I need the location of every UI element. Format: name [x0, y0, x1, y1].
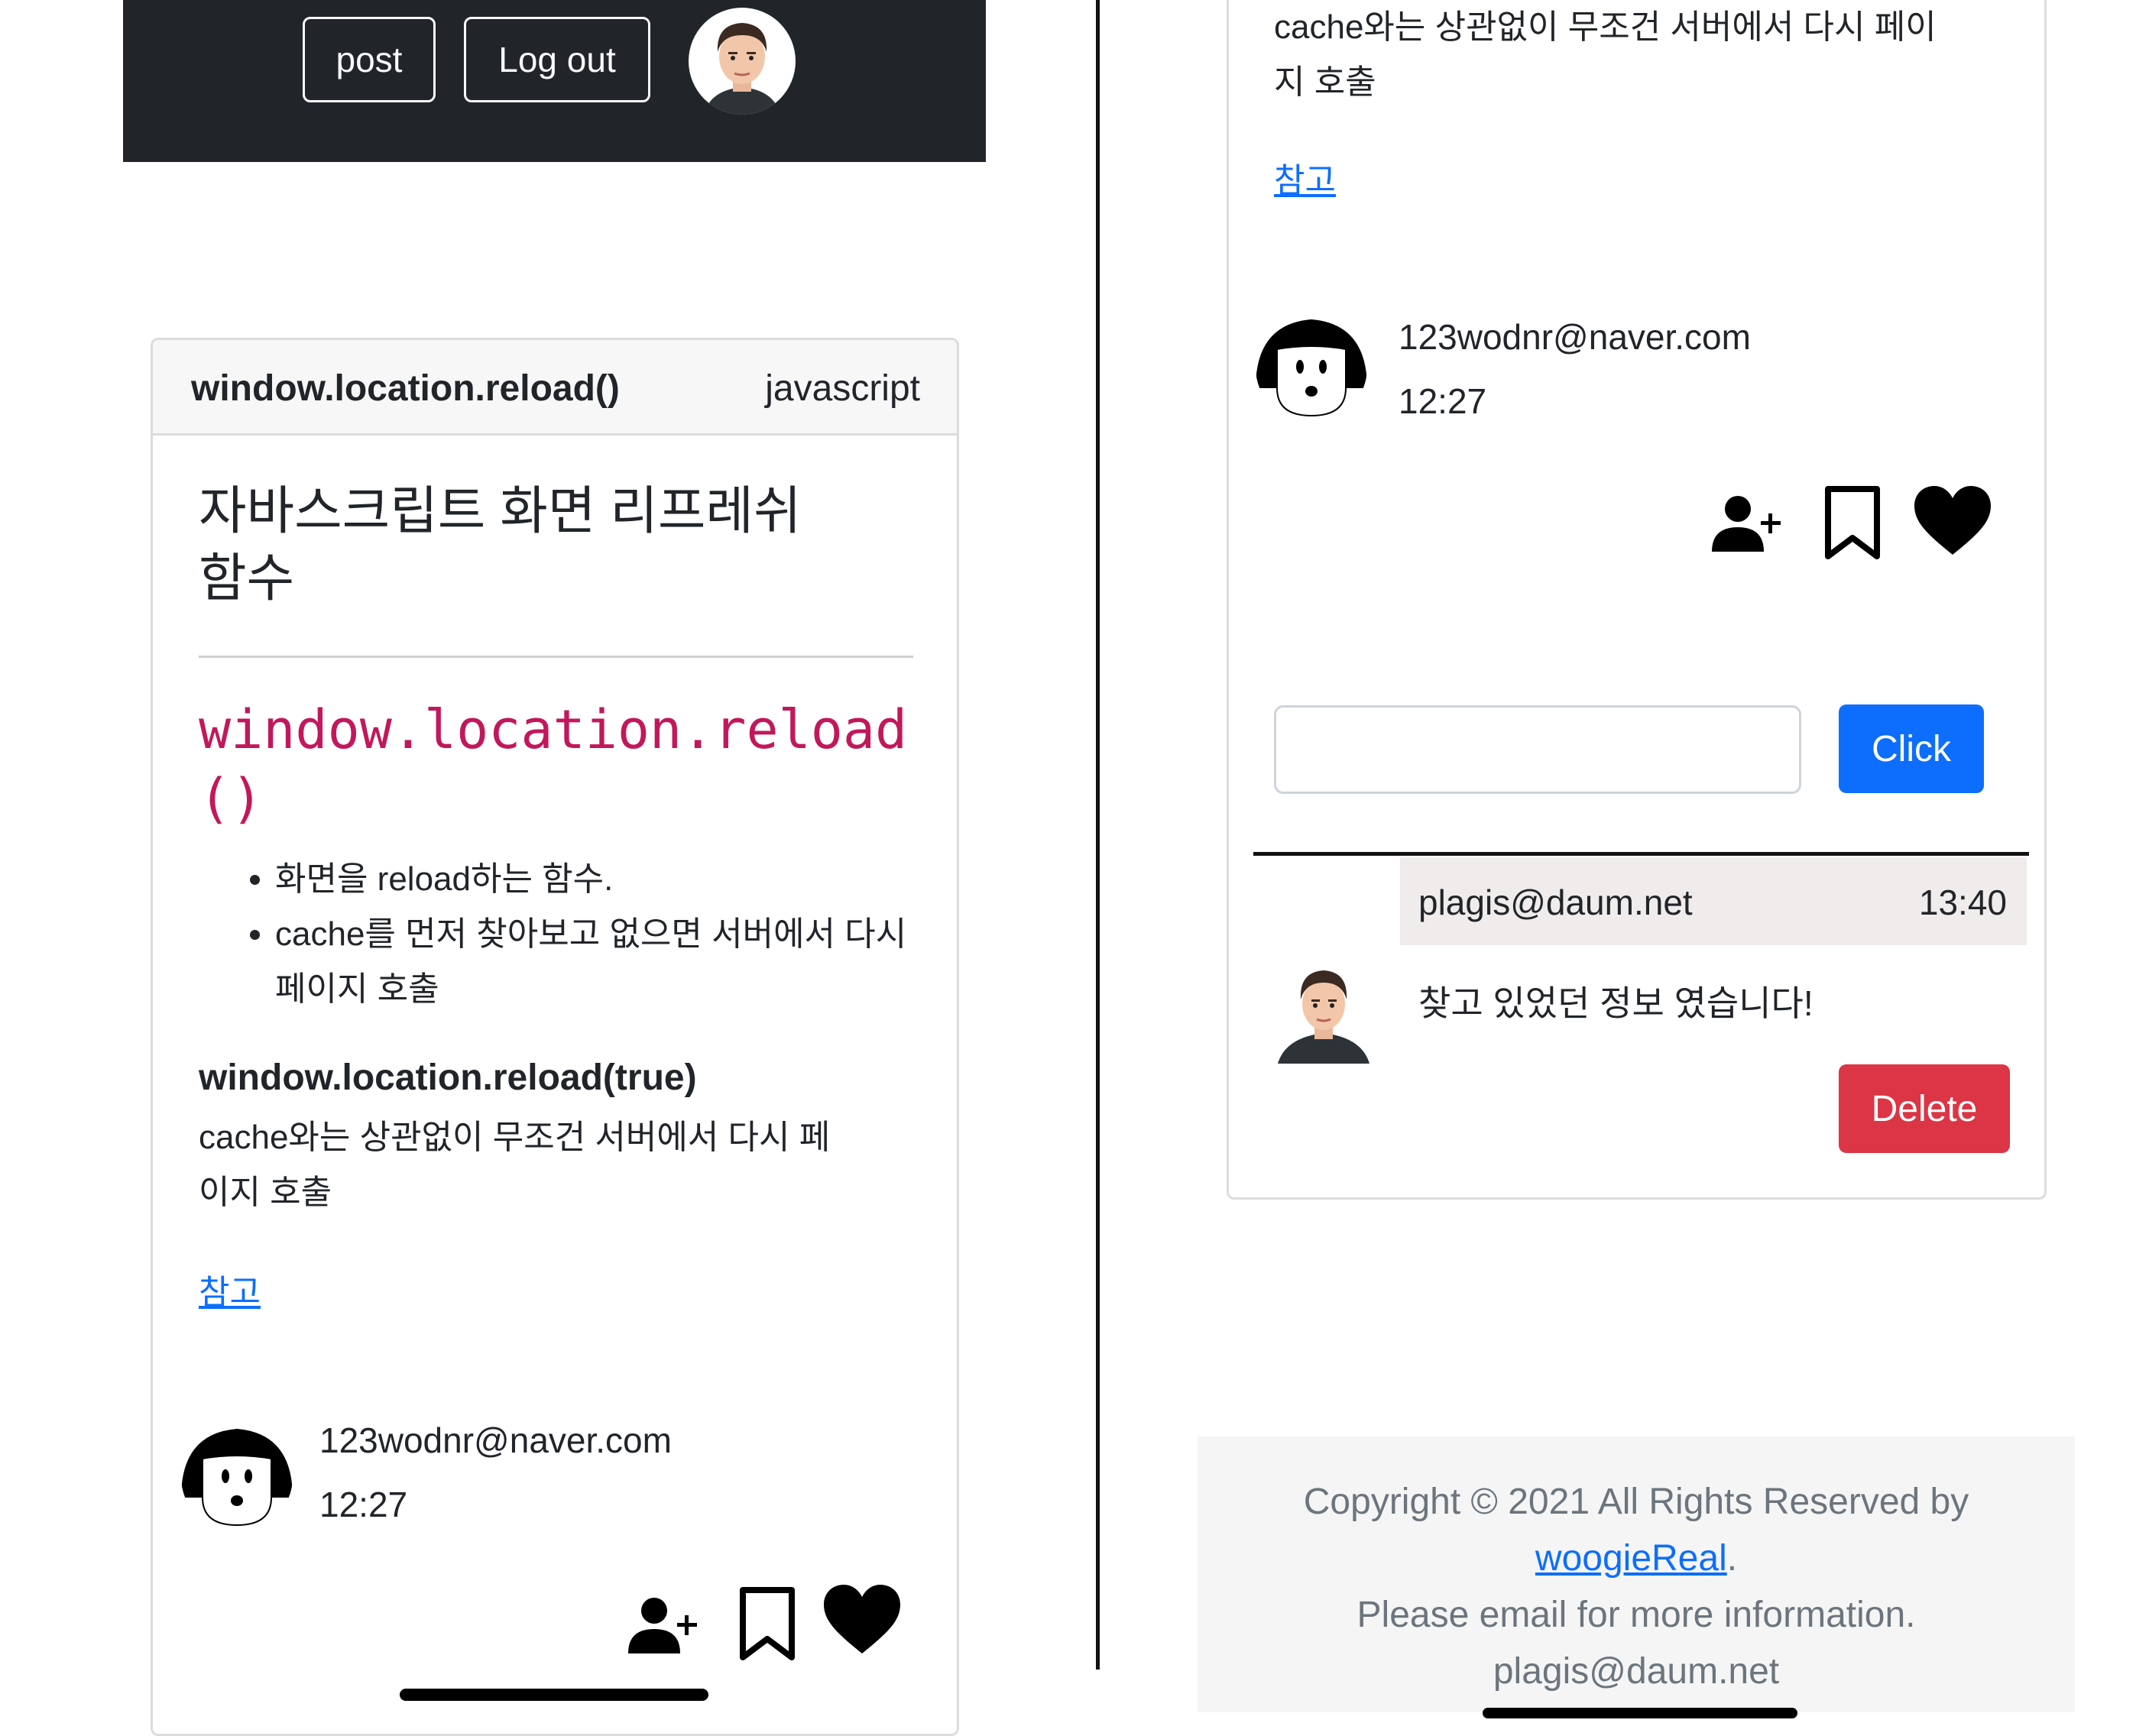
- comment-user: plagis@daum.net: [1418, 883, 1693, 922]
- follow-button[interactable]: [625, 1595, 702, 1660]
- post-category: javascript: [765, 368, 920, 409]
- bookmark-button-continued[interactable]: [1823, 484, 1882, 565]
- author-email-continued: 123wodnr@naver.com: [1399, 317, 1751, 357]
- home-indicator-right: [1483, 1708, 1797, 1718]
- author-time-continued: 12:27: [1399, 381, 1487, 421]
- footer-email: plagis@daum.net: [1493, 1651, 1780, 1692]
- author-avatar: [181, 1421, 293, 1533]
- bullet-list: 화면을 reload하는 함수. cache를 먼저 찾아보고 없으면 서버에서…: [241, 852, 932, 1017]
- bookmark-icon: [1825, 486, 1880, 559]
- footer-email-note: Please email for more information.: [1356, 1595, 1916, 1635]
- footer-period: .: [1726, 1538, 1738, 1579]
- post-heading: 자바스크립트 화면 리프레쉬 함수: [199, 482, 802, 607]
- footer-brand-link[interactable]: woogieReal: [1535, 1538, 1727, 1579]
- like-button-continued[interactable]: [1913, 484, 1992, 562]
- reload-true-heading: window.location.reload(true): [199, 1057, 697, 1098]
- heart-icon: [824, 1585, 900, 1653]
- bookmark-button[interactable]: [738, 1585, 796, 1666]
- comment-time: 13:40: [1918, 883, 2007, 922]
- home-indicator: [400, 1689, 708, 1701]
- list-item: cache를 먼저 찾아보고 없으면 서버에서 다시 페이지 호출: [275, 907, 932, 1017]
- footer-brand-line: woogieReal.: [1198, 1537, 2075, 1579]
- reference-link-continued[interactable]: 참고: [1274, 153, 1336, 202]
- comment-submit-button[interactable]: Click: [1839, 704, 1984, 793]
- man-avatar-icon: [1278, 970, 1369, 1064]
- cartoon-face-icon: [181, 1429, 293, 1527]
- reference-link[interactable]: 참고: [199, 1265, 261, 1313]
- logout-button[interactable]: Log out: [464, 17, 650, 102]
- navbar: post Log out: [123, 0, 986, 162]
- footer-copyright: Copyright © 2021 All Rights Reserved by: [1303, 1482, 1969, 1522]
- cartoon-face-icon: [1256, 319, 1367, 417]
- heart-icon: [1914, 486, 1991, 555]
- author-time: 12:27: [319, 1485, 408, 1524]
- post-card-header: window.location.reload() javascript: [153, 340, 957, 436]
- comment-divider: [1253, 852, 2029, 856]
- list-item: 화면을 reload하는 함수.: [275, 852, 932, 907]
- delete-comment-button[interactable]: Delete: [1839, 1064, 2010, 1153]
- heading-divider: [199, 656, 913, 658]
- like-button[interactable]: [822, 1583, 902, 1660]
- comment-input[interactable]: [1274, 705, 1801, 794]
- commenter-avatar: [1276, 957, 1371, 1064]
- comment-text: 찾고 있었던 정보 였습니다!: [1418, 983, 1814, 1023]
- vertical-divider: [1096, 0, 1100, 1670]
- user-avatar[interactable]: [689, 8, 796, 115]
- person-plus-icon: [1712, 496, 1781, 552]
- author-avatar-continued: [1256, 312, 1367, 423]
- bookmark-icon: [740, 1587, 795, 1660]
- post-button[interactable]: post: [303, 17, 436, 102]
- person-plus-icon: [628, 1598, 697, 1653]
- footer: Copyright © 2021 All Rights Reserved by …: [1198, 1436, 2075, 1712]
- code-heading: window.location.reload(): [199, 698, 908, 830]
- follow-button-continued[interactable]: [1709, 494, 1785, 559]
- reload-true-description: cache와는 상관없이 무조건 서버에서 다시 페이지 호출: [199, 1119, 831, 1211]
- post-title: window.location.reload(): [191, 368, 620, 409]
- man-avatar-icon: [704, 23, 780, 115]
- reload-true-description-continued: cache와는 상관없이 무조건 서버에서 다시 페이지 호출: [1274, 8, 1937, 101]
- author-email: 123wodnr@naver.com: [319, 1420, 672, 1460]
- comment-header: plagis@daum.net 13:40: [1400, 857, 2027, 945]
